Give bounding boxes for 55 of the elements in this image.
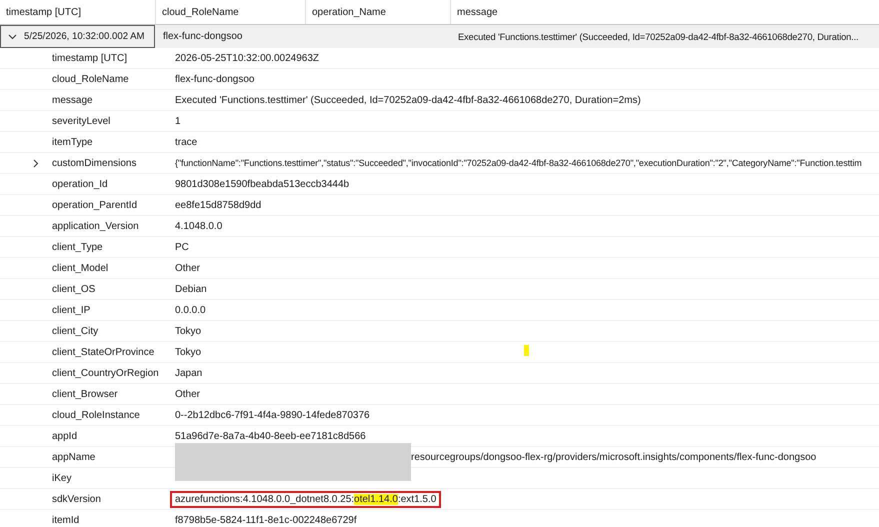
column-header[interactable]: operation_Name xyxy=(305,0,450,24)
field-name: cloud_RoleInstance xyxy=(52,410,141,420)
field-name: itemId xyxy=(52,514,80,526)
field-name: operation_Id xyxy=(52,178,109,190)
field-value: 4.1048.0.0 xyxy=(175,220,222,232)
field-value: Tokyo xyxy=(175,326,202,336)
field-value: flex-func-dongsoo xyxy=(175,74,254,84)
field-value: Debian xyxy=(175,284,207,294)
field-name: iKey xyxy=(52,472,72,484)
field-name: client_IP xyxy=(52,304,92,316)
field-value: 1 xyxy=(175,116,181,126)
field-name: operation_ParentId xyxy=(52,200,138,210)
field-value: trace xyxy=(175,136,198,148)
field-value: Executed 'Functions.testtimer' (Succeeded, Id=70252a09-da42-4fbf-8a32-4661068de270, Duration=2ms) xyxy=(175,94,641,106)
field-name: client_StateOrProvince xyxy=(52,346,156,358)
table-cell: flex-func-dongsoo xyxy=(163,31,242,42)
field-value: Tokyo xyxy=(175,346,202,358)
field-value: 0--2b12dbc6-7f91-4f4a-9890-14fede870376 xyxy=(175,410,370,420)
field-name: client_Model xyxy=(52,262,110,274)
field-name: client_Browser xyxy=(52,388,119,400)
field-name: customDimensions xyxy=(52,158,138,168)
field-name: severityLevel xyxy=(52,116,112,126)
field-value: PC xyxy=(175,242,189,252)
field-value: ee8fe15d8758d9dd xyxy=(175,200,262,210)
column-header[interactable]: message xyxy=(450,0,879,24)
field-value: 9801d308e1590fbeabda513eccb3444b xyxy=(175,178,350,190)
field-name: client_City xyxy=(52,326,100,336)
field-value: Japan xyxy=(175,368,202,378)
field-value: Other xyxy=(175,388,200,400)
field-value: {"functionName":"Functions.testtimer","status":"Succeeded","invocationId":"70252a09-da42-4fbf-8a32-4661068de270","executionDuration":"2","CategoryName":"Function.testtim xyxy=(175,158,862,168)
column-header[interactable]: cloud_RoleName xyxy=(155,0,305,24)
field-value: 51a96d7e-8a7a-4b40-8eeb-ee7181c8d566 xyxy=(175,430,366,442)
field-name: message xyxy=(52,94,94,106)
field-name: application_Version xyxy=(52,220,140,232)
field-name: appName xyxy=(52,452,96,462)
field-name: cloud_RoleName xyxy=(52,74,130,84)
field-value: 0.0.0.0 xyxy=(175,304,206,316)
chevron-right-icon[interactable] xyxy=(33,158,39,168)
column-header[interactable]: timestamp [UTC] xyxy=(0,0,155,24)
field-value: 2026-05-25T10:32:00.0024963Z xyxy=(175,52,320,64)
result-row[interactable]: 5/25/2026, 10:32:00.002 AM flex-func-dongsoo Executed 'Functions.testtimer' (Succeeded, Id=70252a09-da42-4fbf-8a32-4661068de270, Duration... xyxy=(0,25,879,48)
field-name: client_Type xyxy=(52,242,104,252)
field-value: Other xyxy=(175,262,200,274)
field-name: timestamp [UTC] xyxy=(52,52,128,64)
field-name: itemType xyxy=(52,136,94,148)
field-value: azurefunctions:4.1048.0.0_dotnet8.0.25:otel1.14.0:ext1.5.0 xyxy=(172,492,440,506)
table-cell: 5/25/2026, 10:32:00.002 AM xyxy=(24,31,145,42)
field-name: client_CountryOrRegion xyxy=(52,368,160,378)
field-value: resourcegroups/dongsoo-flex-rg/providers/microsoft.insights/components/flex-func-dongsoo xyxy=(410,452,816,462)
chevron-down-icon[interactable] xyxy=(8,34,17,40)
field-name: appId xyxy=(52,430,78,442)
table-cell: Executed 'Functions.testtimer' (Succeeded, Id=70252a09-da42-4fbf-8a32-4661068de270, Duration... xyxy=(458,32,858,42)
field-value: f8798b5e-5824-11f1-8e1c-002248e6729f xyxy=(175,514,357,526)
field-name: sdkVersion xyxy=(52,494,102,504)
field-name: client_OS xyxy=(52,284,96,294)
